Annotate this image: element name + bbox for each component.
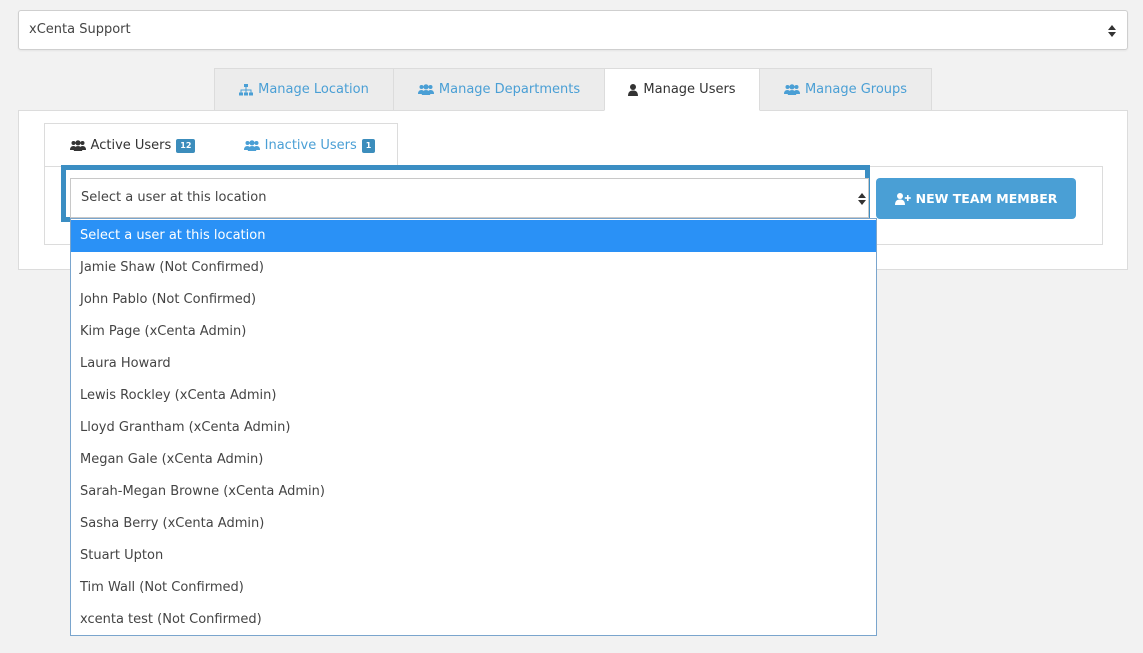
tab-label: Manage Users [643, 82, 736, 97]
users-icon [783, 84, 800, 95]
tab-manage-location[interactable]: Manage Location [214, 68, 394, 111]
dropdown-option[interactable]: John Pablo (Not Confirmed) [71, 284, 876, 316]
dropdown-option[interactable]: Megan Gale (xCenta Admin) [71, 444, 876, 476]
inactive-count-badge: 1 [361, 138, 376, 153]
new-team-member-button[interactable]: NEW TEAM MEMBER [876, 178, 1076, 219]
dropdown-option[interactable]: Sasha Berry (xCenta Admin) [71, 508, 876, 540]
dropdown-option[interactable]: Laura Howard [71, 348, 876, 380]
users-icon [243, 140, 260, 151]
sitemap-icon [239, 83, 254, 95]
select-arrows-icon [858, 193, 866, 205]
button-label: NEW TEAM MEMBER [915, 191, 1058, 206]
tab-manage-departments[interactable]: Manage Departments [393, 68, 605, 111]
tab-manage-groups[interactable]: Manage Groups [759, 68, 932, 111]
location-select[interactable]: xCenta Support [18, 10, 1128, 50]
dropdown-option[interactable]: Lloyd Grantham (xCenta Admin) [71, 412, 876, 444]
users-icon [417, 84, 434, 95]
user-dropdown-list: Select a user at this location Jamie Sha… [70, 218, 877, 636]
active-count-badge: 12 [176, 138, 196, 153]
dropdown-option[interactable]: Select a user at this location [71, 220, 876, 252]
users-icon [69, 140, 86, 151]
dropdown-option[interactable]: Stuart Upton [71, 540, 876, 572]
main-tabs: Manage Location Manage Departments Manag… [214, 68, 932, 111]
user-icon [628, 83, 639, 96]
user-plus-icon [894, 192, 911, 205]
tab-label: Active Users [90, 138, 172, 153]
location-select-value: xCenta Support [29, 22, 131, 37]
tab-label: Inactive Users [264, 138, 357, 153]
tab-manage-users[interactable]: Manage Users [604, 68, 760, 111]
select-arrows-icon [1108, 25, 1116, 37]
tab-inactive-users[interactable]: Inactive Users 1 [222, 124, 397, 167]
dropdown-option[interactable]: Jamie Shaw (Not Confirmed) [71, 252, 876, 284]
user-select-value: Select a user at this location [81, 190, 267, 205]
dropdown-option[interactable]: Tim Wall (Not Confirmed) [71, 572, 876, 604]
tab-active-users[interactable]: Active Users 12 [46, 124, 219, 167]
user-select[interactable]: Select a user at this location [70, 178, 869, 218]
tab-label: Manage Groups [804, 82, 908, 97]
dropdown-option[interactable]: xcenta test (Not Confirmed) [71, 604, 876, 636]
tab-label: Manage Departments [438, 82, 581, 97]
dropdown-option[interactable]: Kim Page (xCenta Admin) [71, 316, 876, 348]
dropdown-option[interactable]: Lewis Rockley (xCenta Admin) [71, 380, 876, 412]
dropdown-option[interactable]: Sarah-Megan Browne (xCenta Admin) [71, 476, 876, 508]
tab-label: Manage Location [258, 82, 369, 97]
